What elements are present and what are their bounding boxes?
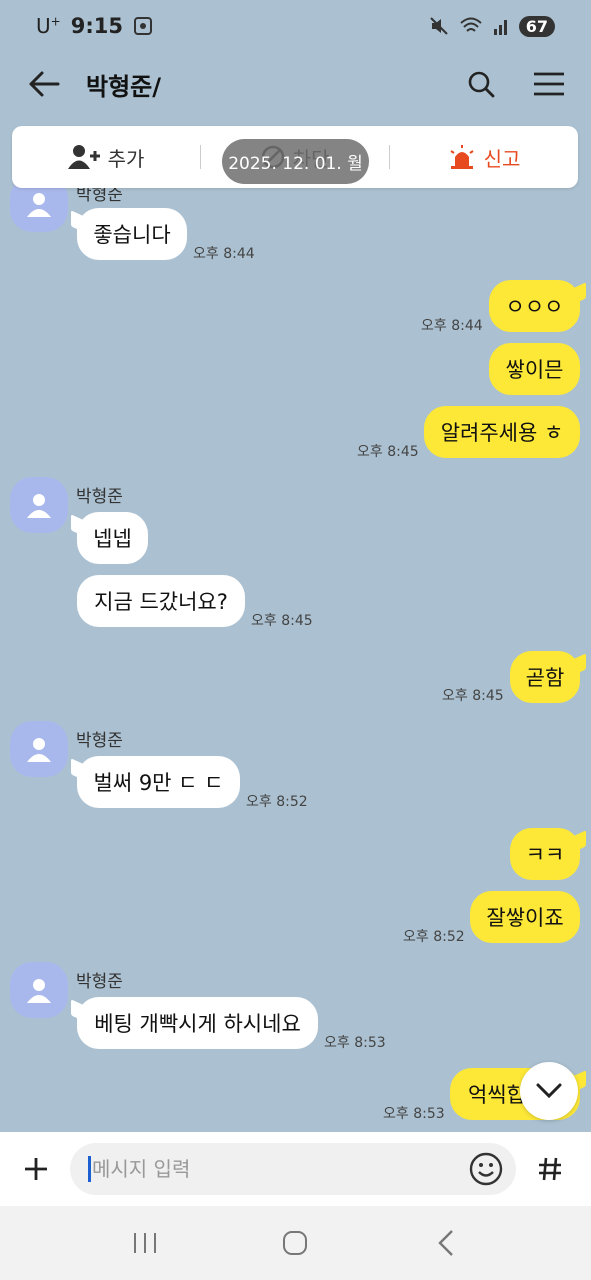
message-bubble[interactable]: 좋습니다 [77,208,187,260]
back-button[interactable] [22,62,66,106]
home-button[interactable] [265,1218,325,1268]
status-time: 9:15 [70,14,123,38]
message-text: 좋습니다 [93,223,171,247]
avatar[interactable] [10,962,68,1018]
message-text: 억씩합 [468,1083,526,1107]
message-time: 오후 8:44 [193,246,255,262]
battery-level: 67 [518,15,555,37]
date-indicator: 2025. 12. 01. 월 [222,139,369,184]
menu-button[interactable] [529,64,569,104]
back-arrow-icon [29,71,60,97]
recent-apps-icon [134,1233,157,1253]
sender-name: 박형준 [76,487,123,507]
message-text: 넵넵 [93,527,132,551]
report-label: 신고 [483,146,521,171]
message-time: 오후 8:52 [403,929,465,945]
status-bar: U+ 9:15 67 [0,0,591,52]
plus-icon [25,1158,47,1180]
message-time: 오후 8:44 [421,318,483,334]
message-bubble[interactable]: 잘쌓이죠 [470,891,580,943]
attach-button[interactable] [14,1147,58,1191]
message-text: 곧함 [525,666,565,690]
add-friend-label: 추가 [107,146,145,171]
chevron-down-icon [536,1083,562,1099]
recent-apps-button[interactable] [115,1218,175,1268]
message-text: 잘쌓이죠 [486,906,564,930]
system-nav-bar [0,1206,591,1280]
siren-icon [450,145,474,169]
home-icon [283,1231,308,1255]
message-input-bar [0,1132,591,1206]
message-bubble[interactable]: 알려주세용 ㅎ [424,406,580,458]
message-time: 오후 8:45 [357,444,419,460]
message-time: 오후 8:53 [383,1106,445,1122]
scroll-to-bottom-button[interactable] [520,1062,578,1120]
message-text: ㅇㅇㅇ [505,295,564,319]
nav-back-button[interactable] [416,1218,476,1268]
report-button[interactable]: 신고 [390,143,578,172]
screenshot-icon [133,17,152,35]
nav-back-icon [438,1230,453,1256]
avatar[interactable] [10,721,68,777]
emoji-icon [469,1152,503,1186]
text-cursor [88,1156,91,1182]
message-bubble[interactable]: ㅇㅇㅇ [489,280,580,332]
message-time: 오후 8:52 [246,794,308,810]
hashtag-button[interactable] [528,1147,572,1191]
signal-icon [493,20,507,35]
message-text: ㅋㅋ [525,843,565,867]
menu-icon [534,72,564,96]
message-bubble[interactable]: 곧함 [510,651,580,703]
message-text: 벌써 9만 ㄷ ㄷ [93,771,224,795]
message-bubble[interactable]: 쌓이믄 [489,343,580,395]
message-text: 지금 드갔너요? [94,590,228,614]
message-text: 쌓이믄 [505,358,564,382]
hash-icon [539,1157,561,1181]
search-button[interactable] [461,64,501,104]
sender-name: 박형준 [76,731,123,751]
mute-icon [430,17,448,35]
chat-title: 박형준/ [86,72,162,101]
chat-header: 박형준/ [0,52,591,116]
message-bubble[interactable]: ㅋㅋ [510,828,580,880]
message-time: 오후 8:53 [324,1035,386,1051]
message-bubble[interactable]: 지금 드갔너요? [77,575,245,627]
message-bubble[interactable]: 넵넵 [77,512,148,564]
sender-name: 박형준 [76,972,123,992]
message-input[interactable] [92,1157,466,1181]
message-bubble[interactable]: 벌써 9만 ㄷ ㄷ [77,756,240,808]
wifi-icon [460,17,482,32]
message-bubble[interactable]: 베팅 개빡시게 하시네요 [77,997,318,1049]
message-time: 오후 8:45 [251,613,313,629]
carrier-label: U+ [36,14,61,38]
add-friend-button[interactable]: 추가 [12,143,200,172]
add-friend-icon [67,145,100,169]
message-text: 알려주세용 ㅎ [440,421,564,445]
message-input-wrapper [70,1143,516,1195]
avatar[interactable] [10,477,68,533]
search-icon [468,71,495,98]
message-time: 오후 8:45 [442,688,504,704]
emoji-button[interactable] [466,1149,506,1189]
message-text: 베팅 개빡시게 하시네요 [94,1012,301,1036]
